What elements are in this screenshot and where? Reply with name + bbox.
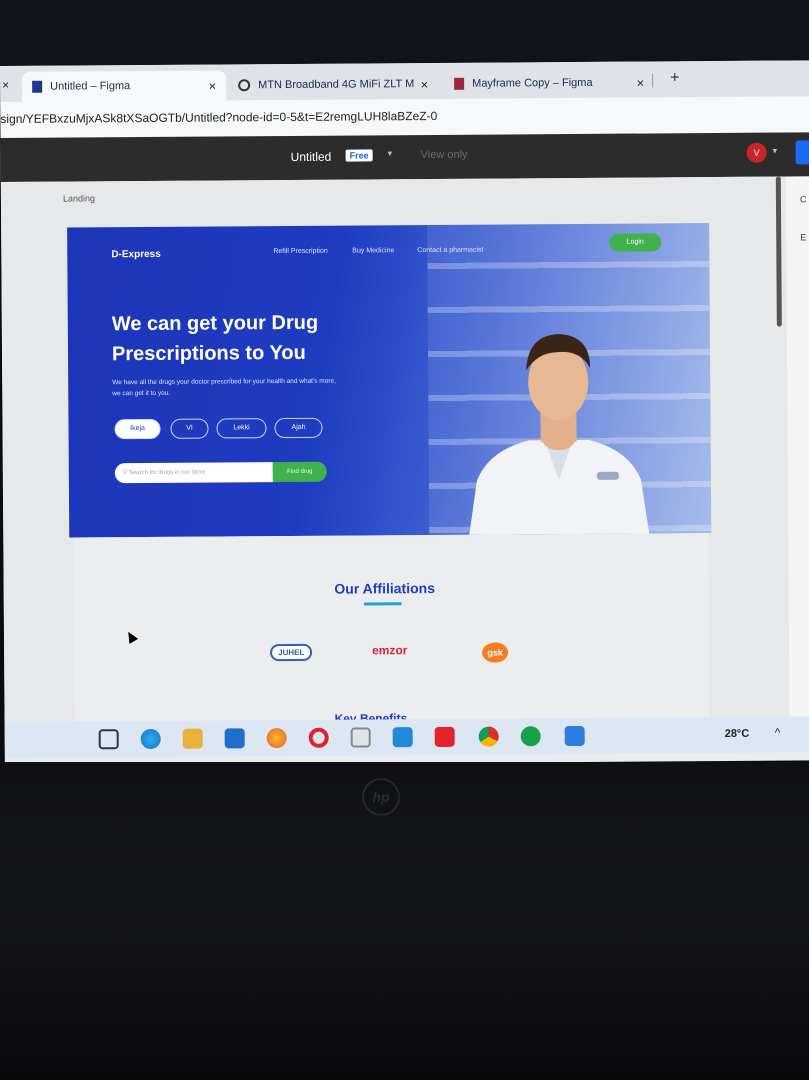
hp-logo: hp	[362, 778, 400, 816]
tab-mtn[interactable]: MTN Broadband 4G MiFi ZLT M ×	[228, 69, 438, 100]
juhel-logo: JUHEL	[270, 643, 313, 662]
figma-canvas[interactable]: Landing D-Express Refill Prescription Bu…	[0, 176, 790, 728]
hero-headline: We can get your Drug Prescriptions to Yo…	[111, 311, 319, 366]
title-underline	[363, 602, 402, 606]
youtube-icon[interactable]	[434, 726, 455, 747]
drug-search-input[interactable]: ⚲ Search for drugs in our store	[114, 462, 273, 484]
mail-icon[interactable]	[224, 728, 245, 749]
nav-link-buy[interactable]: Buy Medicine	[352, 247, 394, 254]
gsk-logo: gsk	[482, 642, 509, 663]
task-view-icon[interactable]	[98, 729, 119, 750]
figma-icon	[32, 80, 43, 93]
affiliations-section: Our Affiliations JUHEL emzor gsk Key Ben…	[73, 533, 710, 728]
plan-badge: Free	[345, 149, 373, 162]
vscode-icon[interactable]	[392, 727, 413, 748]
chrome-icon[interactable]	[478, 726, 499, 747]
close-icon[interactable]: ×	[208, 78, 216, 93]
figma-toolbar: Untitled Free ▾ View only V ▾	[0, 132, 809, 182]
tab-title: Mayframe Copy – Figma	[472, 76, 593, 90]
search-placeholder: Search for drugs in our store	[128, 469, 205, 477]
close-icon[interactable]: ×	[420, 77, 428, 92]
location-chip-vi[interactable]: VI	[170, 418, 209, 439]
avatar[interactable]: V	[746, 142, 767, 163]
tab-title: MTN Broadband 4G MiFi ZLT M	[258, 78, 415, 92]
edge-icon[interactable]	[140, 728, 161, 750]
view-mode-label: View only	[420, 148, 468, 162]
whatsapp-icon[interactable]	[520, 726, 541, 747]
hero-section: D-Express Refill Prescription Buy Medici…	[67, 223, 712, 538]
vertical-scrollbar[interactable]	[775, 176, 782, 327]
figma-icon	[454, 77, 465, 90]
chevron-up-icon[interactable]: ^	[775, 726, 781, 740]
firefox-icon[interactable]	[266, 728, 287, 749]
close-icon[interactable]: ×	[636, 75, 644, 90]
nav-link-contact[interactable]: Contact a pharmacist	[417, 247, 483, 254]
location-chip-lekki[interactable]: Lekki	[216, 418, 267, 439]
globe-icon	[238, 79, 251, 92]
location-chip-ajah[interactable]: Ajah	[274, 417, 323, 439]
find-drug-button[interactable]: Find drug	[272, 461, 327, 483]
tab-mayframe[interactable]: Mayframe Copy – Figma ×	[444, 67, 654, 98]
photos-icon[interactable]	[564, 725, 585, 747]
weather-widget[interactable]: 28°C	[725, 728, 750, 740]
monitor-bezel-top	[0, 0, 809, 70]
windows-taskbar: 28°C ^	[4, 716, 809, 758]
new-tab-button[interactable]: +	[670, 69, 679, 87]
frame-label[interactable]: Landing	[63, 193, 95, 203]
tab-title: Untitled – Figma	[50, 80, 131, 93]
nav-link-refill[interactable]: Refill Prescription	[273, 248, 328, 255]
panel-label-e: E	[800, 232, 807, 243]
pharmacist-photo	[469, 334, 650, 535]
file-name[interactable]: Untitled	[291, 150, 332, 164]
chevron-down-icon[interactable]: ▾	[388, 148, 393, 159]
login-button[interactable]: Login	[609, 233, 662, 252]
panel-label-c: C	[799, 194, 807, 205]
affiliations-title: Our Affiliations	[334, 579, 436, 597]
file-explorer-icon[interactable]	[182, 728, 203, 749]
address-bar[interactable]: sign/YEFBxzuMjxASk8tXSaOGTb/Untitled?nod…	[0, 96, 809, 138]
close-icon[interactable]: ×	[2, 78, 9, 92]
chevron-down-icon[interactable]: ▾	[773, 146, 778, 157]
monitor-bezel-bottom	[0, 762, 809, 1080]
url-text: sign/YEFBxzuMjxASk8tXSaOGTb/Untitled?nod…	[0, 108, 438, 126]
hero-subtext: We have all the drugs your doctor prescr…	[112, 377, 336, 398]
location-chip-ikeja[interactable]: Ikeja	[114, 418, 161, 440]
emzor-logo: emzor	[372, 643, 408, 658]
share-button[interactable]	[795, 140, 809, 165]
store-icon[interactable]	[350, 727, 371, 748]
browser-tabbar: × Untitled – Figma × MTN Broadband 4G Mi…	[0, 60, 809, 102]
brand-logo[interactable]: D-Express	[111, 249, 161, 260]
tab-figma-untitled[interactable]: Untitled – Figma ×	[22, 70, 227, 102]
opera-icon[interactable]	[308, 727, 329, 748]
screen: × Untitled – Figma × MTN Broadband 4G Mi…	[0, 60, 809, 766]
figma-right-panel[interactable]: C E	[785, 176, 809, 717]
tab-separator	[652, 73, 654, 88]
